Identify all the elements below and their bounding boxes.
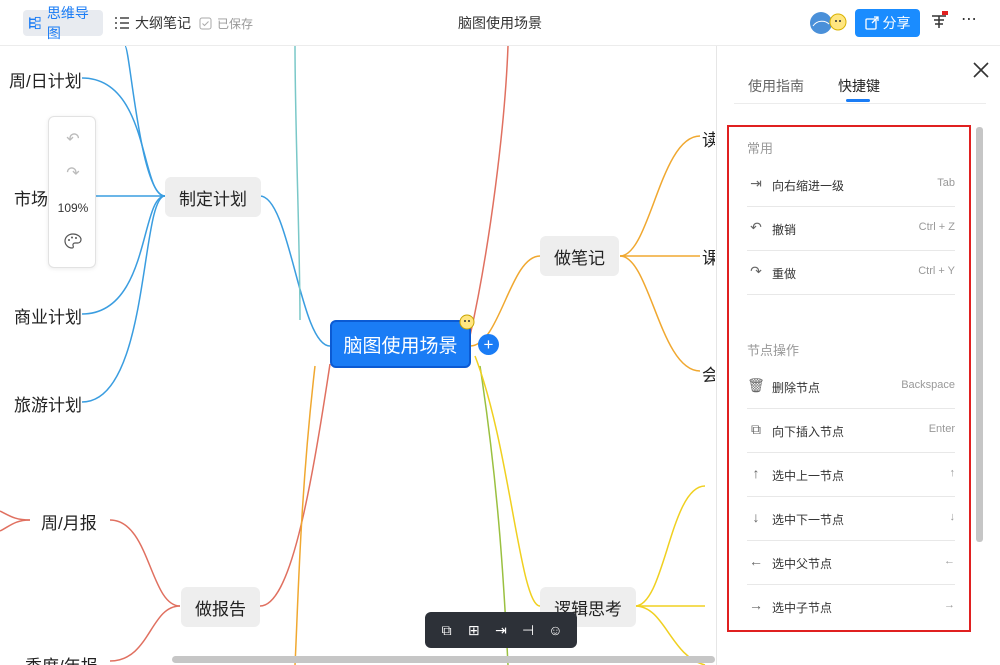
arrow-left-icon: ← bbox=[749, 553, 763, 569]
shortcut-label: 向右缩进一级 bbox=[772, 179, 845, 193]
leaf-node[interactable]: 周/日计划 bbox=[9, 67, 82, 92]
share-icon bbox=[864, 16, 879, 30]
tab-divider bbox=[734, 103, 986, 104]
more-icon[interactable]: ⋯ bbox=[961, 9, 977, 29]
canvas-toolbar: ↶ ↷ 109% bbox=[48, 116, 96, 268]
plugin-icon[interactable] bbox=[930, 11, 948, 31]
leaf-node[interactable]: 课 bbox=[702, 244, 715, 269]
shortcut-label: 重做 bbox=[772, 267, 797, 281]
arrow-up-icon: ↑ bbox=[752, 465, 760, 481]
shortcut-row: ↑ 选中上一节点 ↑ bbox=[747, 453, 955, 497]
branch-node-report[interactable]: 做报告 bbox=[181, 587, 260, 627]
palette-icon[interactable] bbox=[49, 233, 97, 254]
leaf-node[interactable]: 周/月报 bbox=[41, 509, 97, 534]
branch-node-notes[interactable]: 做笔记 bbox=[540, 236, 619, 276]
section-title-node-ops: 节点操作 bbox=[747, 343, 800, 358]
shortcut-label: 选中父节点 bbox=[772, 557, 833, 571]
shortcut-row: → 选中子节点 → bbox=[747, 585, 955, 629]
shortcut-key: Backspace bbox=[901, 379, 955, 391]
collaborator-sticker-icon bbox=[459, 314, 475, 330]
shortcut-key: ← bbox=[944, 555, 955, 567]
shortcut-panel: 使用指南 快捷键 常用 ⇥ 向右缩进一级 Tab ↶ 撤销 Ctrl + Z ↷… bbox=[716, 46, 1000, 665]
shortcut-row: ⇥ 向右缩进一级 Tab bbox=[747, 163, 955, 207]
shortcut-row: ↓ 选中下一节点 ↓ bbox=[747, 497, 955, 541]
add-child-button[interactable]: + bbox=[478, 334, 499, 355]
branch-node-plan[interactable]: 制定计划 bbox=[165, 177, 261, 217]
relation-line-icon[interactable]: ⇥ bbox=[490, 622, 512, 639]
shortcut-label: 向下插入节点 bbox=[772, 425, 845, 439]
leaf-node[interactable]: 会 bbox=[702, 361, 715, 386]
shortcut-key: → bbox=[944, 599, 955, 611]
indent-right-icon: ⇥ bbox=[750, 175, 762, 191]
shortcut-row: ↶ 撤销 Ctrl + Z bbox=[747, 207, 955, 251]
tab-guide[interactable]: 使用指南 bbox=[748, 76, 804, 96]
leaf-node[interactable]: 市场 bbox=[14, 185, 48, 210]
redo-icon: ↷ bbox=[750, 263, 762, 279]
shortcut-key: Ctrl + Y bbox=[918, 265, 955, 277]
redo-icon[interactable]: ↷ bbox=[49, 163, 97, 183]
undo-icon[interactable]: ↶ bbox=[49, 129, 97, 149]
share-label: 分享 bbox=[882, 15, 911, 31]
shortcut-key: Enter bbox=[928, 423, 955, 435]
shortcut-row: 🗑 删除节点 Backspace bbox=[747, 365, 955, 409]
zoom-level[interactable]: 109% bbox=[49, 201, 97, 215]
trash-icon: 🗑 bbox=[747, 377, 765, 393]
summary-bracket-icon[interactable]: ⊣ bbox=[517, 622, 539, 639]
node-action-toolbar: ⧉ ⊞ ⇥ ⊣ ☺ bbox=[425, 612, 577, 648]
leaf-node[interactable]: 季度/年报 bbox=[25, 652, 98, 665]
arrow-right-icon: → bbox=[749, 597, 763, 613]
shortcut-key: Ctrl + Z bbox=[918, 221, 955, 233]
insert-below-icon: ⧉ bbox=[751, 421, 761, 437]
shortcut-label: 删除节点 bbox=[772, 381, 821, 395]
root-node[interactable]: 脑图使用场景 bbox=[330, 320, 471, 368]
shortcut-row: ↷ 重做 Ctrl + Y bbox=[747, 251, 955, 295]
section-title-common: 常用 bbox=[747, 141, 774, 156]
shortcut-key: ↑ bbox=[949, 467, 956, 479]
undo-icon: ↶ bbox=[750, 219, 762, 235]
horizontal-scrollbar[interactable] bbox=[172, 656, 715, 663]
share-button[interactable]: 分享 bbox=[855, 9, 920, 37]
tab-shortcuts[interactable]: 快捷键 bbox=[838, 76, 880, 96]
arrow-down-icon: ↓ bbox=[752, 509, 760, 525]
leaf-node[interactable]: 旅游计划 bbox=[14, 391, 82, 416]
shortcut-label: 撤销 bbox=[772, 223, 797, 237]
shortcut-label: 选中子节点 bbox=[772, 601, 833, 615]
shortcut-row: ⧉ 向下插入节点 Enter bbox=[747, 409, 955, 453]
shortcut-key: Tab bbox=[937, 177, 955, 189]
shortcut-row: ← 选中父节点 ← bbox=[747, 541, 955, 585]
shortcut-label: 选中下一节点 bbox=[772, 513, 845, 527]
shortcut-key: ↓ bbox=[949, 511, 956, 523]
active-tab-indicator bbox=[846, 99, 870, 102]
scrollbar-thumb[interactable] bbox=[976, 127, 983, 542]
top-bar: 思维导图 大纲笔记 已保存 脑图使用场景 分享 ⋯ bbox=[0, 0, 1000, 46]
leaf-node[interactable]: 商业计划 bbox=[14, 303, 82, 328]
mindmap-canvas[interactable]: 制定计划 做笔记 做报告 逻辑思考 周/日计划 市场 商业计划 旅游计划 读 课… bbox=[0, 46, 715, 665]
leaf-node[interactable]: 读 bbox=[702, 126, 715, 151]
insert-child-icon[interactable]: ⧉ bbox=[436, 622, 458, 639]
vertical-scrollbar[interactable] bbox=[973, 125, 985, 620]
document-title: 脑图使用场景 bbox=[458, 15, 542, 31]
close-icon[interactable] bbox=[972, 61, 990, 79]
emoji-icon[interactable]: ☺ bbox=[544, 622, 566, 638]
shortcut-label: 选中上一节点 bbox=[772, 469, 845, 483]
avatar[interactable] bbox=[808, 10, 848, 36]
insert-sibling-icon[interactable]: ⊞ bbox=[463, 622, 485, 639]
